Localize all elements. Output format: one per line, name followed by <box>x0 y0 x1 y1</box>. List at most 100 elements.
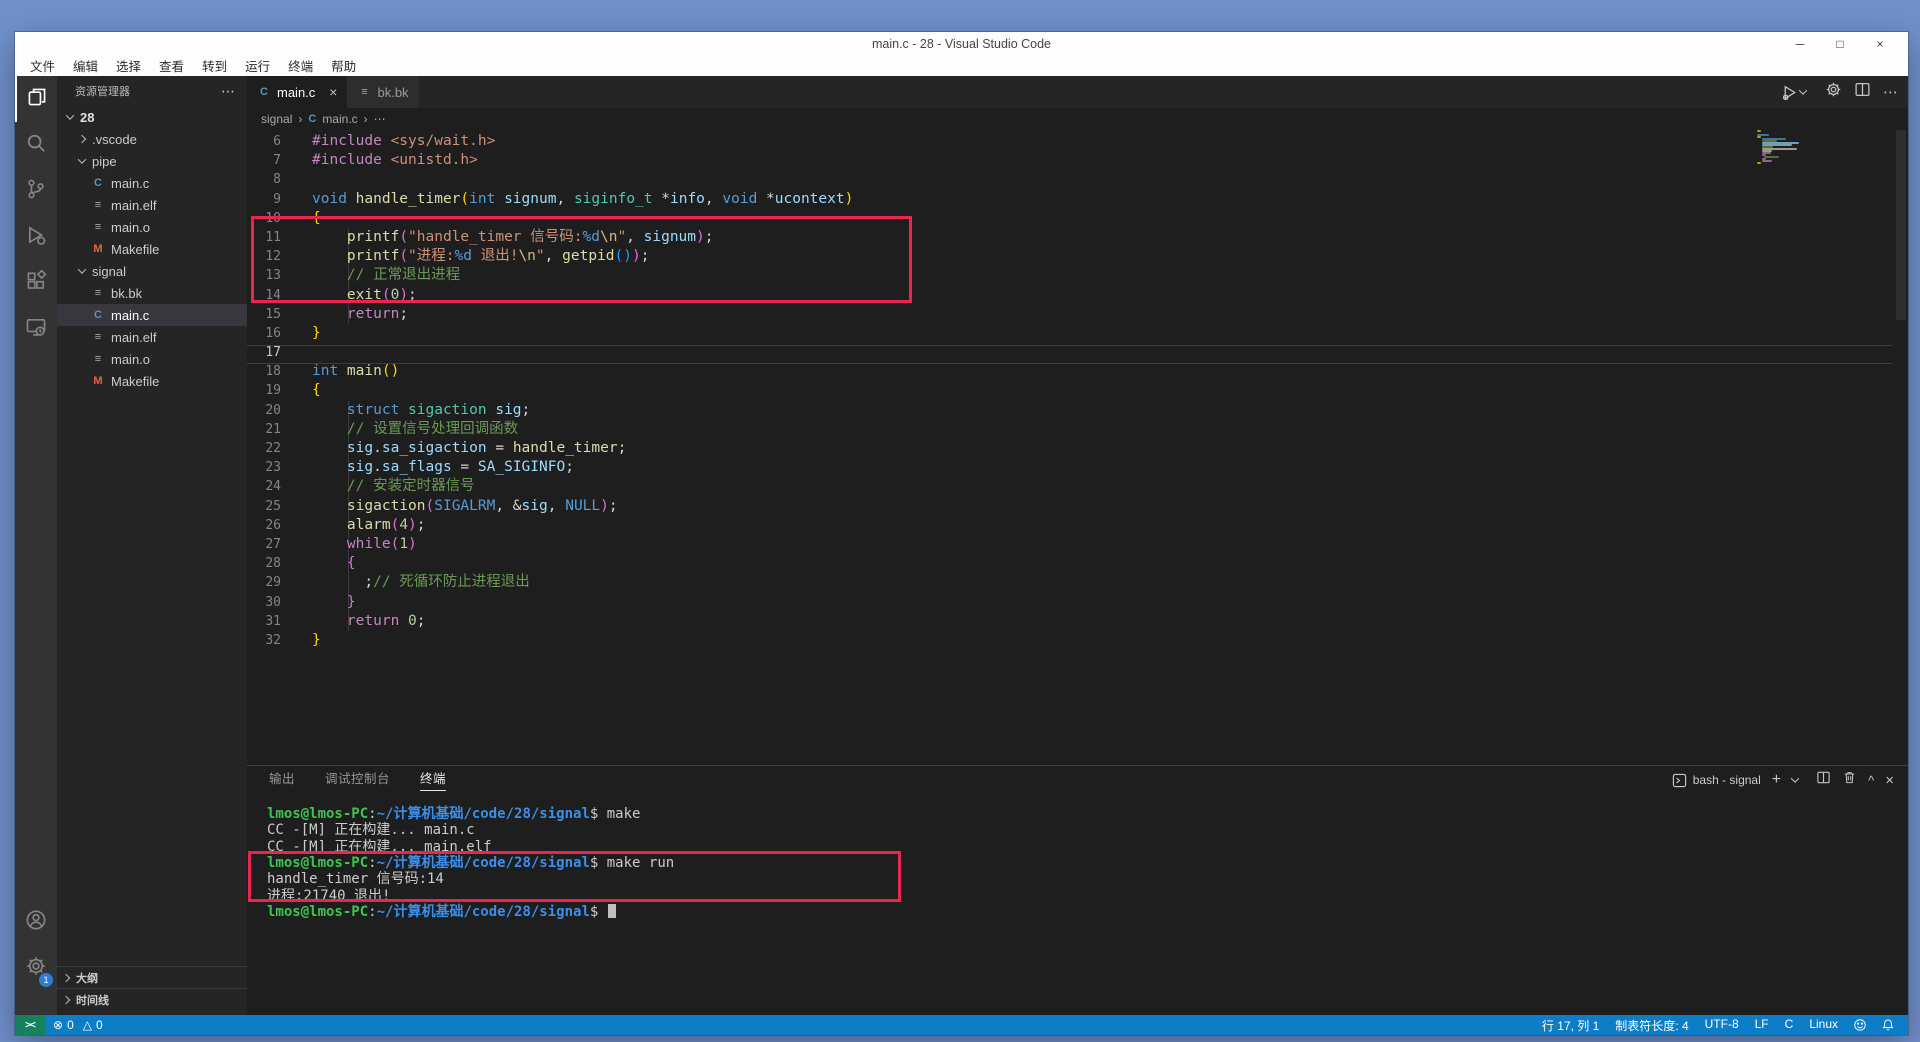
code-line-15[interactable]: 15 return; <box>247 305 1908 324</box>
menu-item-3[interactable]: 查看 <box>150 54 193 77</box>
status-item-2[interactable]: UTF-8 <box>1697 1017 1747 1034</box>
menu-item-0[interactable]: 文件 <box>21 54 64 77</box>
tree-item-bk.bk[interactable]: ≡bk.bk <box>57 282 247 304</box>
status-item-0[interactable]: 行 17, 列 1 <box>1534 1017 1607 1034</box>
activitybar-extensions[interactable] <box>15 260 57 306</box>
run-debug-icon <box>25 224 47 251</box>
activitybar-run-debug[interactable] <box>15 214 57 260</box>
tree-item-pipe[interactable]: pipe <box>57 150 247 172</box>
problems-status[interactable]: ⊗ 0 △ 0 <box>53 1018 103 1032</box>
more-actions-icon[interactable]: ⋯ <box>1883 83 1898 101</box>
tree-item-main.o[interactable]: ≡main.o <box>57 348 247 370</box>
split-terminal-icon[interactable] <box>1816 770 1831 790</box>
code-line-12[interactable]: 12 printf("进程:%d 退出!\n", getpid()); <box>247 247 1908 266</box>
editor-tab-main.c[interactable]: Cmain.c× <box>247 76 347 108</box>
code-line-28[interactable]: 28 { <box>247 554 1908 573</box>
code-line-9[interactable]: 9void handle_timer(int signum, siginfo_t… <box>247 190 1908 209</box>
minimap[interactable] <box>1757 130 1852 168</box>
activitybar-search[interactable] <box>15 122 57 168</box>
editor-scrollbar[interactable] <box>1896 130 1906 320</box>
code-line-10[interactable]: 10{ <box>247 209 1908 228</box>
code-line-21[interactable]: 21 // 设置信号处理回调函数 <box>247 420 1908 439</box>
code-line-24[interactable]: 24 // 安装定时器信号 <box>247 477 1908 496</box>
tree-item-signal[interactable]: signal <box>57 260 247 282</box>
panel-tab-2[interactable]: 终端 <box>420 768 446 791</box>
tree-item-main.elf[interactable]: ≡main.elf <box>57 194 247 216</box>
tree-item-main.c[interactable]: Cmain.c <box>57 172 247 194</box>
tree-item-Makefile[interactable]: MMakefile <box>57 238 247 260</box>
code-line-23[interactable]: 23 sig.sa_flags = SA_SIGINFO; <box>247 458 1908 477</box>
code-line-11[interactable]: 11 printf("handle_timer 信号码:%d\n", signu… <box>247 228 1908 247</box>
settings-gear-icon[interactable] <box>1825 81 1842 103</box>
breadcrumb-folder[interactable]: signal <box>261 112 292 126</box>
maximize-button[interactable]: □ <box>1820 37 1860 51</box>
activitybar-source-control[interactable] <box>15 168 57 214</box>
code-line-32[interactable]: 32} <box>247 631 1908 650</box>
code-line-22[interactable]: 22 sig.sa_sigaction = handle_timer; <box>247 439 1908 458</box>
code-line-29[interactable]: 29 ;// 死循环防止进程退出 <box>247 573 1908 592</box>
code-line-20[interactable]: 20 struct sigaction sig; <box>247 401 1908 420</box>
close-button[interactable]: × <box>1860 37 1900 51</box>
tab-close-icon[interactable]: × <box>329 84 337 100</box>
terminal-selector[interactable]: bash - signal <box>1672 773 1761 788</box>
code-line-18[interactable]: 18int main() <box>247 362 1908 381</box>
tree-item-main.o[interactable]: ≡main.o <box>57 216 247 238</box>
feedback-icon[interactable] <box>1853 1018 1867 1032</box>
code-line-7[interactable]: 7#include <unistd.h> <box>247 151 1908 170</box>
kill-terminal-icon[interactable] <box>1842 770 1857 790</box>
terminal-dropdown-icon[interactable] <box>1791 774 1799 782</box>
status-item-5[interactable]: Linux <box>1801 1017 1846 1034</box>
menu-item-2[interactable]: 选择 <box>107 54 150 77</box>
code-line-31[interactable]: 31 return 0; <box>247 612 1908 631</box>
status-item-4[interactable]: C <box>1777 1017 1802 1034</box>
code-line-17[interactable]: 17 <box>247 343 1908 362</box>
account-button[interactable] <box>15 899 57 945</box>
terminal[interactable]: lmos@lmos-PC:~/计算机基础/code/28/signal$ mak… <box>267 806 674 920</box>
code-line-26[interactable]: 26 alarm(4); <box>247 516 1908 535</box>
notifications-bell-icon[interactable] <box>1881 1018 1895 1032</box>
window-controls: ─ □ × <box>1780 32 1900 55</box>
activitybar-explorer[interactable] <box>15 76 57 122</box>
menu-item-4[interactable]: 转到 <box>193 54 236 77</box>
menu-item-5[interactable]: 运行 <box>236 54 279 77</box>
breadcrumb-file[interactable]: main.c <box>322 112 357 126</box>
tree-item-Makefile[interactable]: MMakefile <box>57 370 247 392</box>
code-line-25[interactable]: 25 sigaction(SIGALRM, &sig, NULL); <box>247 497 1908 516</box>
code-line-6[interactable]: 6#include <sys/wait.h> <box>247 132 1908 151</box>
run-button[interactable] <box>1781 84 1813 101</box>
maximize-panel-icon[interactable]: ^ <box>1868 773 1874 788</box>
settings-button[interactable]: 1 <box>15 945 57 991</box>
remote-indicator[interactable]: >< <box>15 1015 45 1035</box>
tree-item-main.elf[interactable]: ≡main.elf <box>57 326 247 348</box>
activitybar-remote-explorer[interactable] <box>15 306 57 352</box>
code-editor[interactable]: 6#include <sys/wait.h>7#include <unistd.… <box>247 130 1908 765</box>
tree-item-.vscode[interactable]: .vscode <box>57 128 247 150</box>
menu-item-1[interactable]: 编辑 <box>64 54 107 77</box>
new-terminal-button[interactable]: + <box>1772 771 1781 789</box>
code-line-8[interactable]: 8 <box>247 170 1908 189</box>
sidebar-section-timeline[interactable]: 时间线 <box>57 988 247 1010</box>
menu-item-7[interactable]: 帮助 <box>322 54 365 77</box>
panel-tab-1[interactable]: 调试控制台 <box>325 768 390 790</box>
panel-tab-0[interactable]: 输出 <box>269 768 295 790</box>
split-editor-icon[interactable] <box>1854 81 1871 103</box>
tree-item-28[interactable]: 28 <box>57 106 247 128</box>
tree-item-main.c[interactable]: Cmain.c <box>57 304 247 326</box>
code-line-19[interactable]: 19{ <box>247 381 1908 400</box>
code-line-27[interactable]: 27 while(1) <box>247 535 1908 554</box>
breadcrumb-more[interactable]: ⋯ <box>374 112 386 126</box>
breadcrumb[interactable]: signal › C main.c › ⋯ <box>247 108 1908 130</box>
code-line-14[interactable]: 14 exit(0); <box>247 286 1908 305</box>
code-line-30[interactable]: 30 } <box>247 593 1908 612</box>
editor-tab-bk.bk[interactable]: ≡bk.bk <box>347 76 419 108</box>
sidebar-more-actions[interactable]: ⋯ <box>221 83 235 100</box>
close-panel-icon[interactable]: × <box>1885 772 1894 789</box>
status-item-3[interactable]: LF <box>1747 1017 1777 1034</box>
sidebar-section-outline[interactable]: 大纲 <box>57 966 247 988</box>
code-line-16[interactable]: 16} <box>247 324 1908 343</box>
remote-explorer-icon <box>25 316 47 343</box>
code-line-13[interactable]: 13 // 正常退出进程 <box>247 266 1908 285</box>
status-item-1[interactable]: 制表符长度: 4 <box>1607 1017 1696 1034</box>
minimize-button[interactable]: ─ <box>1780 37 1820 51</box>
menu-item-6[interactable]: 终端 <box>279 54 322 77</box>
